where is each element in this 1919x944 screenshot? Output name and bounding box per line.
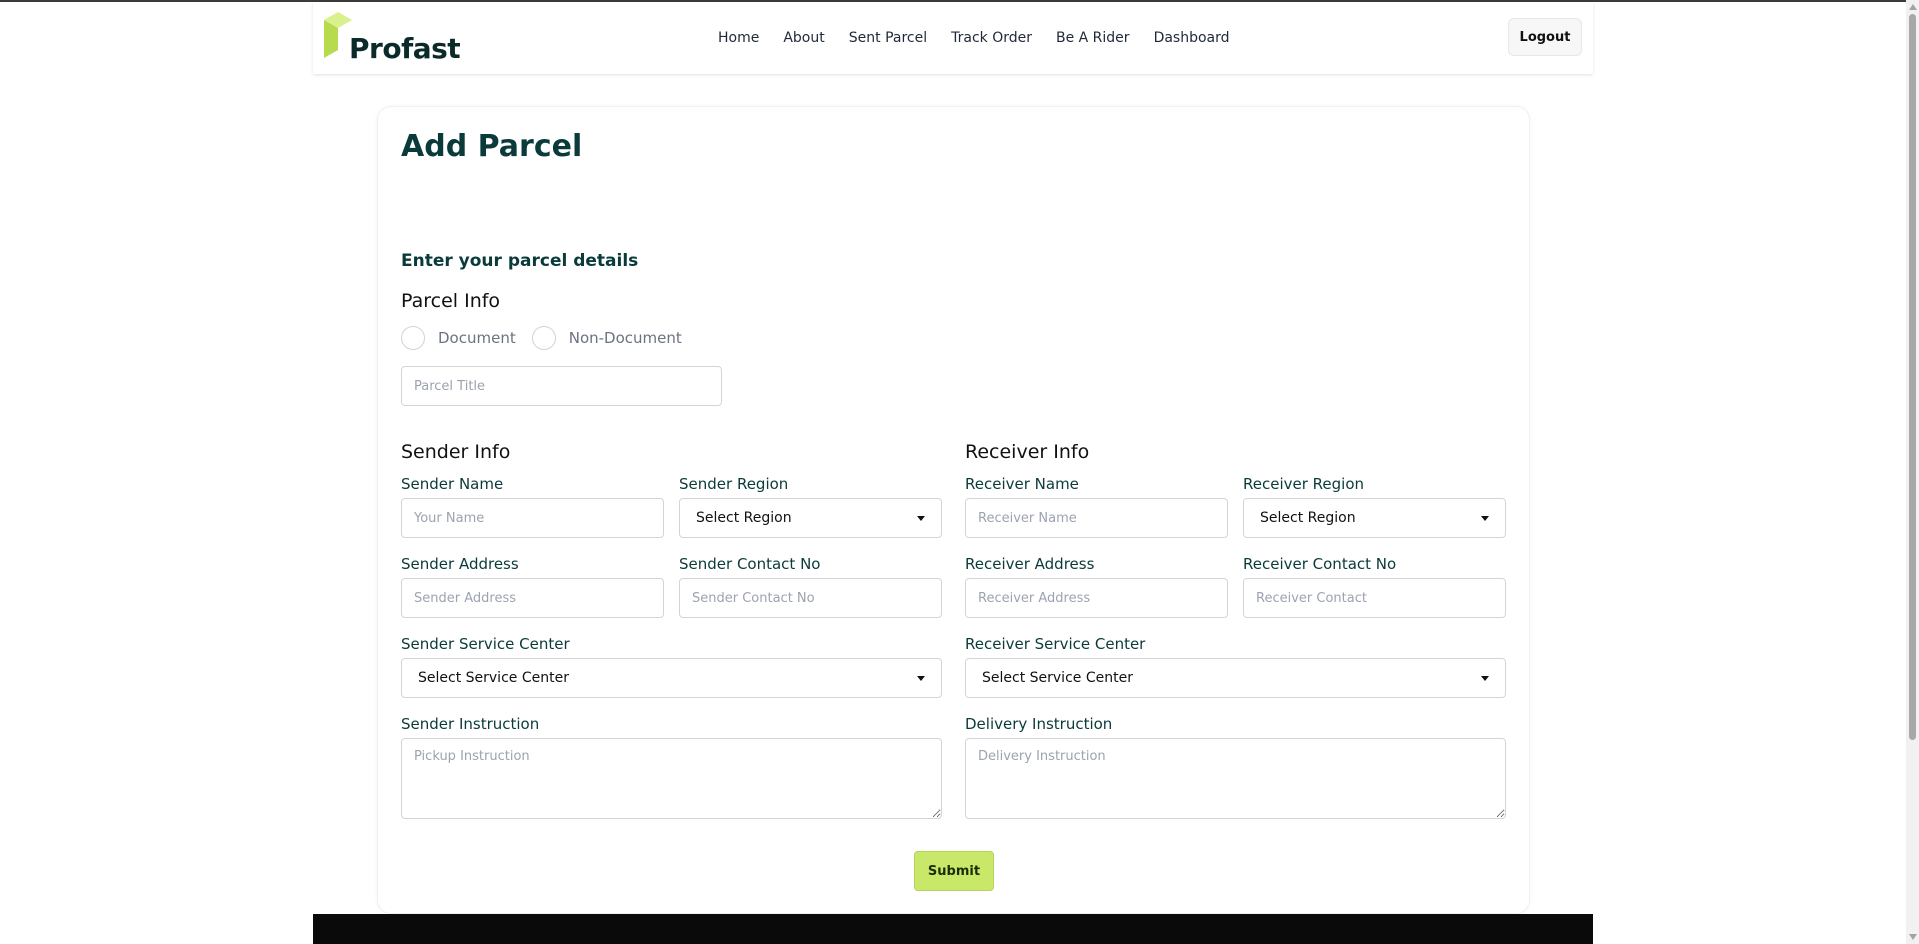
document-radio-label: Document (438, 329, 516, 347)
receiver-service-center-select[interactable]: Select Service Center (965, 658, 1506, 698)
receiver-service-center-label: Receiver Service Center (965, 635, 1146, 653)
page-title: Add Parcel (401, 129, 583, 164)
nav-link-track-order[interactable]: Track Order (951, 30, 1032, 46)
non-document-radio[interactable] (531, 326, 556, 350)
page-scrollbar[interactable] (1906, 0, 1919, 944)
sender-address-label: Sender Address (401, 555, 519, 573)
scroll-down-icon[interactable] (1909, 934, 1917, 940)
nav-link-about[interactable]: About (783, 30, 824, 46)
nav-link-home[interactable]: Home (718, 30, 759, 46)
brand-logo[interactable]: Profast (321, 10, 461, 65)
receiver-region-value: Select Region (1260, 510, 1356, 526)
receiver-name-input[interactable] (965, 498, 1228, 538)
chevron-down-icon (1481, 675, 1489, 681)
form-subtitle: Enter your parcel details (401, 251, 639, 271)
footer (313, 914, 1593, 944)
sender-name-input[interactable] (401, 498, 664, 538)
sender-region-label: Sender Region (679, 475, 789, 493)
chevron-down-icon (917, 675, 925, 681)
sender-contact-label: Sender Contact No (679, 555, 821, 573)
sender-service-center-value: Select Service Center (418, 670, 569, 686)
receiver-address-input[interactable] (965, 578, 1228, 618)
add-parcel-card: Add Parcel Enter your parcel details Par… (377, 106, 1530, 914)
main-nav: Home About Sent Parcel Track Order Be A … (718, 30, 1230, 46)
receiver-contact-label: Receiver Contact No (1243, 555, 1397, 573)
sender-region-value: Select Region (696, 510, 792, 526)
receiver-address-label: Receiver Address (965, 555, 1095, 573)
sender-instruction-textarea[interactable] (401, 738, 942, 819)
parcel-title-input[interactable] (401, 366, 722, 406)
brand-name: Profast (349, 32, 461, 65)
receiver-contact-input[interactable] (1243, 578, 1506, 618)
parcel-type-group: Document Non-Document (401, 326, 698, 350)
sender-address-input[interactable] (401, 578, 664, 618)
nav-link-dashboard[interactable]: Dashboard (1154, 30, 1230, 46)
receiver-name-label: Receiver Name (965, 475, 1079, 493)
receiver-region-label: Receiver Region (1243, 475, 1365, 493)
scroll-up-icon[interactable] (1909, 4, 1917, 10)
logout-button[interactable]: Logout (1508, 18, 1582, 56)
document-radio[interactable] (401, 326, 425, 350)
sender-service-center-select[interactable]: Select Service Center (401, 658, 942, 698)
receiver-region-select[interactable]: Select Region (1243, 498, 1506, 538)
delivery-instruction-label: Delivery Instruction (965, 715, 1113, 733)
delivery-instruction-textarea[interactable] (965, 738, 1506, 819)
navbar: Profast Home About Sent Parcel Track Ord… (313, 2, 1593, 74)
chevron-down-icon (917, 515, 925, 521)
submit-button[interactable]: Submit (914, 851, 994, 891)
sender-instruction-label: Sender Instruction (401, 715, 540, 733)
scrollbar-thumb[interactable] (1909, 14, 1916, 740)
sender-region-select[interactable]: Select Region (679, 498, 942, 538)
chevron-down-icon (1481, 515, 1489, 521)
sender-info-heading: Sender Info (401, 441, 511, 463)
sender-name-label: Sender Name (401, 475, 504, 493)
receiver-service-center-value: Select Service Center (982, 670, 1133, 686)
nav-link-be-a-rider[interactable]: Be A Rider (1056, 30, 1130, 46)
parcel-info-heading: Parcel Info (401, 290, 501, 312)
sender-contact-input[interactable] (679, 578, 942, 618)
sender-service-center-label: Sender Service Center (401, 635, 570, 653)
non-document-radio-label: Non-Document (568, 329, 682, 347)
nav-link-sent-parcel[interactable]: Sent Parcel (849, 30, 927, 46)
receiver-info-heading: Receiver Info (965, 441, 1090, 463)
